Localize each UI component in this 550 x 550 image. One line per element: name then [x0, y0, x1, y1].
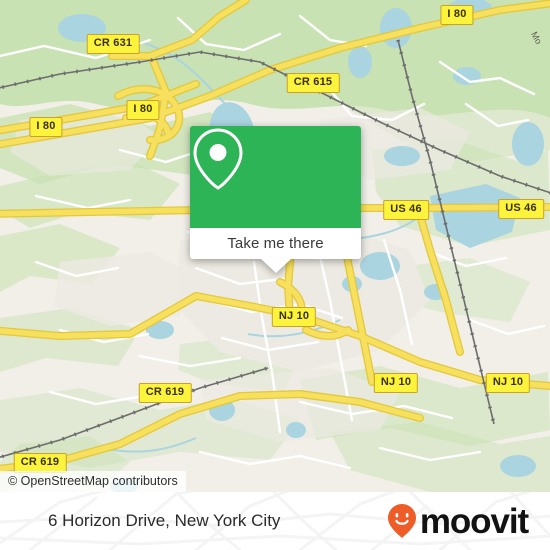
road-shield[interactable]: US 46: [383, 200, 429, 220]
moovit-pin-icon: [387, 504, 416, 538]
road-shield[interactable]: I 80: [440, 5, 474, 25]
road-shield[interactable]: CR 619: [13, 453, 67, 473]
road-shield[interactable]: US 46: [498, 199, 544, 219]
map-canvas[interactable]: CR 631 I 80 I 80 CR 615 I 80 US 46 US 46…: [0, 0, 550, 492]
moovit-map-screenshot: CR 631 I 80 I 80 CR 615 I 80 US 46 US 46…: [0, 0, 550, 550]
road-shield[interactable]: NJ 10: [271, 307, 317, 327]
moovit-logo[interactable]: moovit: [387, 501, 529, 541]
road-shield[interactable]: NJ 10: [485, 373, 531, 393]
road-shield[interactable]: CR 615: [286, 73, 340, 93]
map-pin-icon: [193, 128, 243, 190]
popup-icon-area: [190, 126, 361, 228]
road-shield[interactable]: CR 631: [86, 34, 140, 54]
map-attribution[interactable]: © OpenStreetMap contributors: [0, 471, 186, 492]
address-label: 6 Horizon Drive, New York City: [48, 511, 281, 530]
road-shield[interactable]: NJ 10: [373, 373, 419, 393]
road-shield[interactable]: I 80: [126, 100, 160, 120]
moovit-wordmark: moovit: [419, 501, 529, 541]
popup-tail: [260, 259, 291, 273]
road-shield[interactable]: CR 619: [138, 383, 192, 403]
take-me-there-label: Take me there: [227, 235, 324, 252]
take-me-there-button[interactable]: Take me there: [190, 228, 361, 273]
footer-bar: 6 Horizon Drive, New York City moovit: [0, 492, 550, 550]
road-shield[interactable]: I 80: [29, 117, 63, 137]
location-popup-card[interactable]: Take me there: [190, 126, 361, 273]
